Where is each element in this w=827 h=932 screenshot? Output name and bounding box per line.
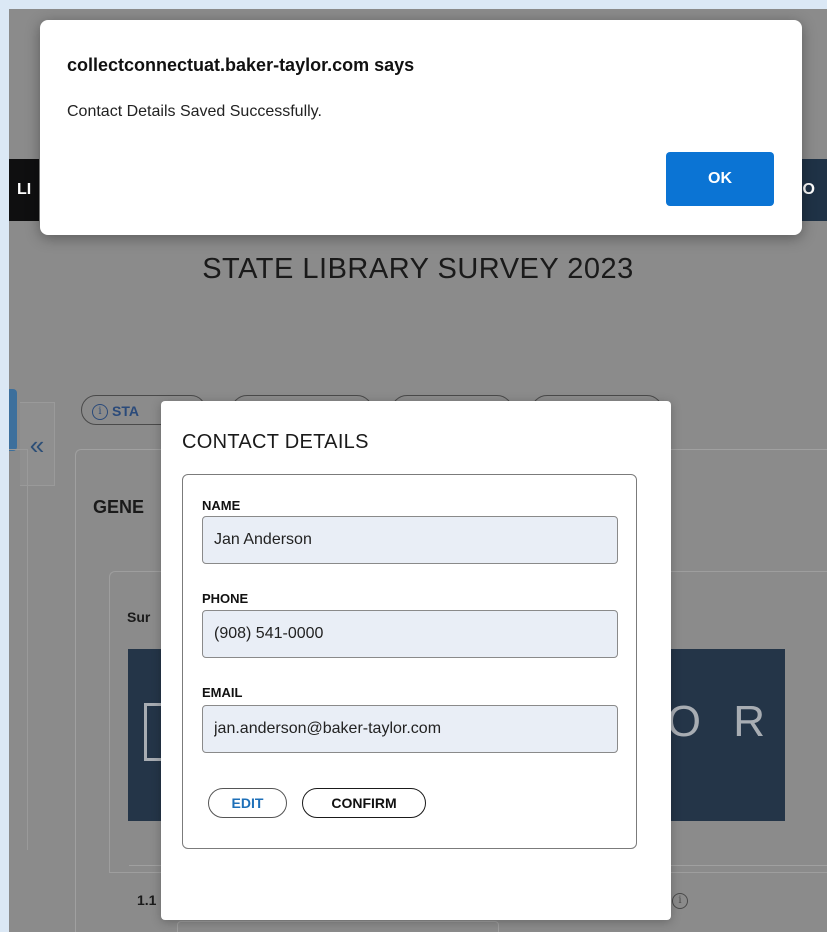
survey-card-label: Sur: [127, 609, 151, 625]
edit-button[interactable]: EDIT: [208, 788, 287, 818]
question-number: 1.1: [137, 892, 157, 908]
banner-logo-mark: [144, 703, 161, 761]
browser-alert-dialog: collectconnectuat.baker-taylor.com says …: [40, 20, 802, 235]
confirm-button[interactable]: CONFIRM: [302, 788, 426, 818]
question-input[interactable]: [177, 921, 499, 932]
ok-button[interactable]: OK: [666, 152, 774, 206]
tab-status-label: STA: [112, 403, 139, 419]
page-title: STATE LIBRARY SURVEY 2023: [202, 253, 634, 285]
modal-title: CONTACT DETAILS: [182, 431, 369, 453]
alert-title: collectconnectuat.baker-taylor.com says: [67, 55, 415, 75]
name-label: NAME: [202, 498, 241, 513]
window-left-border: [0, 0, 9, 932]
phone-label: PHONE: [202, 591, 249, 606]
window-top-border: [0, 0, 827, 9]
email-label: EMAIL: [202, 685, 243, 700]
phone-field[interactable]: [202, 610, 618, 658]
nav-item-left[interactable]: LI: [9, 159, 39, 221]
contact-fieldset: NAME PHONE EMAIL EDIT CONFIRM: [182, 474, 637, 849]
info-icon[interactable]: i: [672, 893, 688, 909]
info-icon: i: [92, 404, 108, 421]
name-field[interactable]: [202, 516, 618, 564]
contact-details-modal: CONTACT DETAILS NAME PHONE EMAIL EDIT CO…: [161, 401, 671, 920]
section-heading: GENE: [93, 497, 145, 517]
sidebar-panel: [9, 449, 28, 850]
alert-message: Contact Details Saved Successfully.: [67, 103, 322, 120]
sidebar-toggle-indicator: [9, 389, 17, 451]
email-field[interactable]: [202, 705, 618, 753]
